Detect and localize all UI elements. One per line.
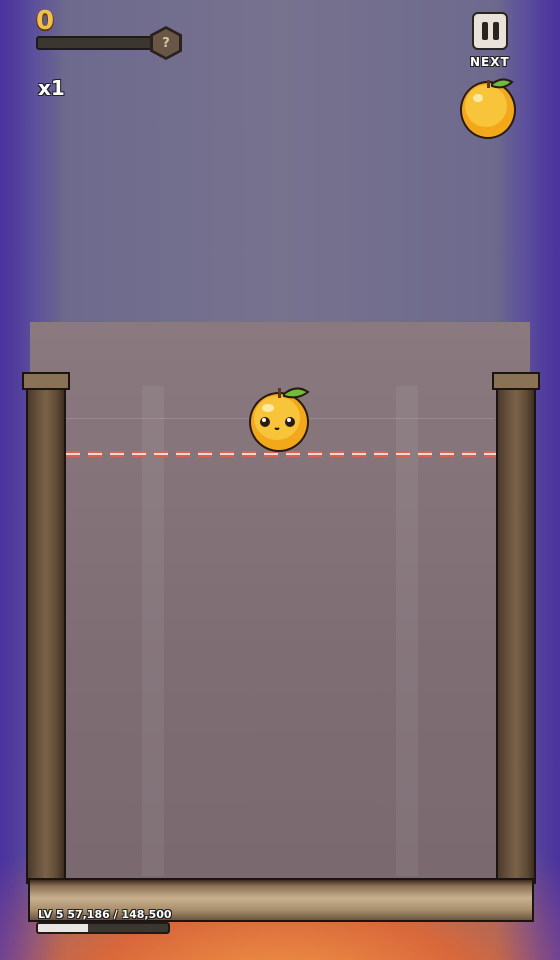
wall-cap-right [492, 372, 540, 390]
wall-cap-left [22, 372, 70, 390]
container-wall-left [26, 374, 66, 884]
level-progress-text: LV 5 57,186 / 148,500 [38, 908, 172, 921]
next-lemon-icon [460, 78, 516, 139]
score-progress-bar [36, 36, 152, 50]
mystery-symbol: ? [153, 29, 179, 57]
score-counter: 0 [36, 6, 55, 36]
dropping-lemon-icon[interactable] [246, 382, 314, 454]
pause-icon-bar [492, 22, 499, 40]
pause-button[interactable] [472, 12, 508, 50]
next-label: NEXT [470, 55, 510, 69]
pause-icon [481, 22, 488, 40]
mystery-fruit-badge: ? [150, 26, 182, 60]
level-progress-fill [38, 924, 89, 932]
level-progress-bar [36, 922, 170, 934]
combo-multiplier: x1 [38, 76, 65, 100]
container-wall-right [496, 374, 536, 884]
